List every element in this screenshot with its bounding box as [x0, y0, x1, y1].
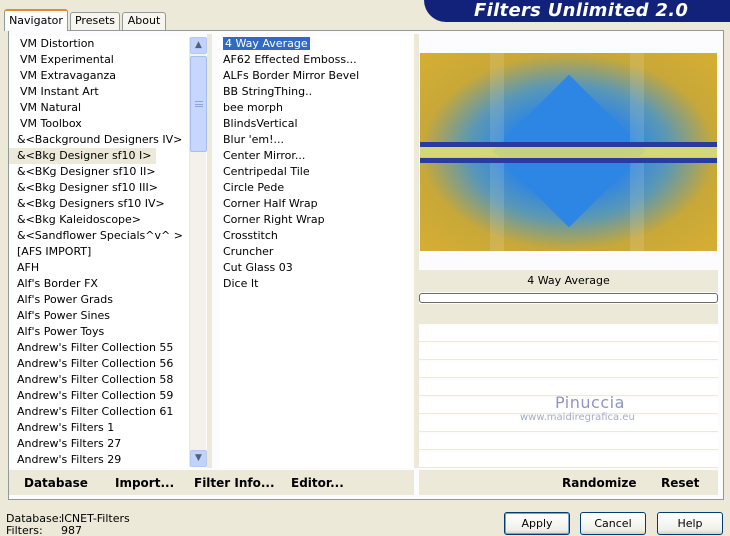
category-item[interactable]: Andrew's Filters 1 [9, 420, 114, 436]
category-item[interactable]: Andrew's Filter Collection 59 [9, 388, 173, 404]
filter-item-label: Centripedal Tile [223, 165, 310, 178]
filter-item-label: BlindsVertical [223, 117, 298, 130]
watermark: Pinuccia www.maidiregrafica.eu [520, 393, 720, 423]
category-item[interactable]: Alf's Power Toys [9, 324, 104, 340]
category-item[interactable]: &<Bkg Designers sf10 IV> [9, 196, 165, 212]
filter-item[interactable]: Crosstitch [220, 228, 278, 244]
category-item[interactable]: Alf's Power Grads [9, 292, 113, 308]
cancel-button[interactable]: Cancel [580, 512, 646, 535]
filter-item-label: Circle Pede [223, 181, 285, 194]
filter-item[interactable]: Corner Half Wrap [220, 196, 318, 212]
watermark-name: Pinuccia [555, 393, 625, 412]
database-button[interactable]: Database [24, 476, 88, 490]
parameter-slider-row[interactable] [419, 362, 718, 378]
tab-navigator[interactable]: Navigator [4, 9, 68, 31]
category-item[interactable]: Alf's Border FX [9, 276, 98, 292]
category-item[interactable]: &<Background Designers IV> [9, 132, 182, 148]
filter-item[interactable]: bee morph [220, 100, 283, 116]
filter-item-label: Center Mirror... [223, 149, 306, 162]
category-item[interactable]: &<Bkg Kaleidoscope> [9, 212, 141, 228]
category-item[interactable]: VM Instant Art [9, 84, 99, 100]
filter-item-label: Cut Glass 03 [223, 261, 293, 274]
filter-item-label: 4 Way Average [223, 37, 310, 50]
category-item[interactable]: &<BKg Designer sf10 II> [9, 164, 156, 180]
parameter-slider-row[interactable] [419, 434, 718, 450]
scroll-down-button[interactable]: ▼ [190, 450, 207, 467]
category-list[interactable]: VM Distortion VM Experimental VM Extravaga… [9, 36, 189, 468]
scroll-up-button[interactable]: ▲ [190, 37, 207, 54]
grip-icon [195, 101, 203, 107]
window-title: Filters Unlimited 2.0 [424, 0, 730, 22]
filter-item[interactable]: BlindsVertical [220, 116, 298, 132]
filters-count-label: Filters: [6, 524, 43, 536]
filter-item-label: Corner Half Wrap [223, 197, 318, 210]
filter-item[interactable]: ALFs Border Mirror Bevel [220, 68, 359, 84]
filter-list[interactable]: 4 Way Average AF62 Effected Emboss... ALFs… [220, 36, 413, 468]
filters-count-value: 987 [61, 524, 82, 536]
triangle-up-icon: ▲ [195, 40, 202, 50]
category-item[interactable]: Andrew's Filter Collection 55 [9, 340, 173, 356]
category-item[interactable]: &<Bkg Designer sf10 I> [9, 148, 156, 164]
category-item[interactable]: VM Natural [9, 100, 81, 116]
category-scrollbar[interactable]: ▲ ▼ [189, 37, 207, 467]
current-filter-name: 4 Way Average [419, 270, 718, 292]
filter-item[interactable]: Centripedal Tile [220, 164, 310, 180]
filter-info-button[interactable]: Filter Info... [194, 476, 275, 490]
tab-presets[interactable]: Presets [70, 12, 120, 30]
filter-item-label: Cruncher [223, 245, 274, 258]
filter-item[interactable]: Corner Right Wrap [220, 212, 325, 228]
help-button[interactable]: Help [657, 512, 723, 535]
filter-item[interactable]: Cut Glass 03 [220, 260, 293, 276]
import-button[interactable]: Import... [115, 476, 174, 490]
filter-item-label: BB StringThing.. [223, 85, 313, 98]
progress-bar [419, 293, 718, 303]
category-item[interactable]: Alf's Power Sines [9, 308, 110, 324]
category-item[interactable]: Andrew's Filters 27 [9, 436, 121, 452]
category-item[interactable]: Andrew's Filter Collection 56 [9, 356, 173, 372]
category-item[interactable]: Andrew's Filter Collection 61 [9, 404, 173, 420]
filter-item-label: Dice It [223, 277, 259, 290]
filter-item-label: Blur 'em!... [223, 133, 284, 146]
filter-item-label: Corner Right Wrap [223, 213, 325, 226]
filter-item[interactable]: 4 Way Average [220, 36, 310, 52]
parameter-slider-row[interactable] [419, 452, 718, 468]
apply-button[interactable]: Apply [504, 512, 570, 535]
category-item[interactable]: VM Experimental [9, 52, 114, 68]
category-item[interactable]: Andrew's Filters 29 [9, 452, 121, 468]
category-item[interactable]: &<Bkg Designer sf10 III> [9, 180, 158, 196]
triangle-down-icon: ▼ [195, 453, 202, 463]
scroll-thumb[interactable] [190, 56, 207, 152]
category-item[interactable]: &<Sandflower Specials^v^ > [9, 228, 183, 244]
preview-stripe [420, 158, 717, 163]
filter-item-label: Crosstitch [223, 229, 278, 242]
category-item[interactable]: Andrew's Filter Collection 58 [9, 372, 173, 388]
editor-button[interactable]: Editor... [291, 476, 344, 490]
preview-stripe [420, 147, 717, 158]
filter-item[interactable]: BB StringThing.. [220, 84, 312, 100]
parameter-slider-row[interactable] [419, 326, 718, 342]
category-item[interactable]: [AFS IMPORT] [9, 244, 91, 260]
filter-preview-image [420, 53, 717, 251]
filter-item[interactable]: AF62 Effected Emboss... [220, 52, 357, 68]
filter-item-label: ALFs Border Mirror Bevel [223, 69, 360, 82]
column-divider [207, 34, 212, 468]
category-item[interactable]: VM Toolbox [9, 116, 82, 132]
category-item[interactable]: AFH [9, 260, 39, 276]
parameter-slider-row[interactable] [419, 344, 718, 360]
filter-item[interactable]: Circle Pede [220, 180, 284, 196]
randomize-button[interactable]: Randomize [562, 476, 636, 490]
filter-item[interactable]: Cruncher [220, 244, 273, 260]
controls-header [419, 304, 718, 324]
filter-item[interactable]: Blur 'em!... [220, 132, 284, 148]
filter-item-label: bee morph [223, 101, 283, 114]
filter-item-label: AF62 Effected Emboss... [223, 53, 357, 66]
watermark-url: www.maidiregrafica.eu [520, 412, 635, 423]
tab-about[interactable]: About [122, 12, 166, 30]
category-item[interactable]: VM Extravaganza [9, 68, 116, 84]
category-item[interactable]: VM Distortion [9, 36, 94, 52]
reset-button[interactable]: Reset [661, 476, 699, 490]
filter-item[interactable]: Center Mirror... [220, 148, 305, 164]
filter-item[interactable]: Dice It [220, 276, 258, 292]
